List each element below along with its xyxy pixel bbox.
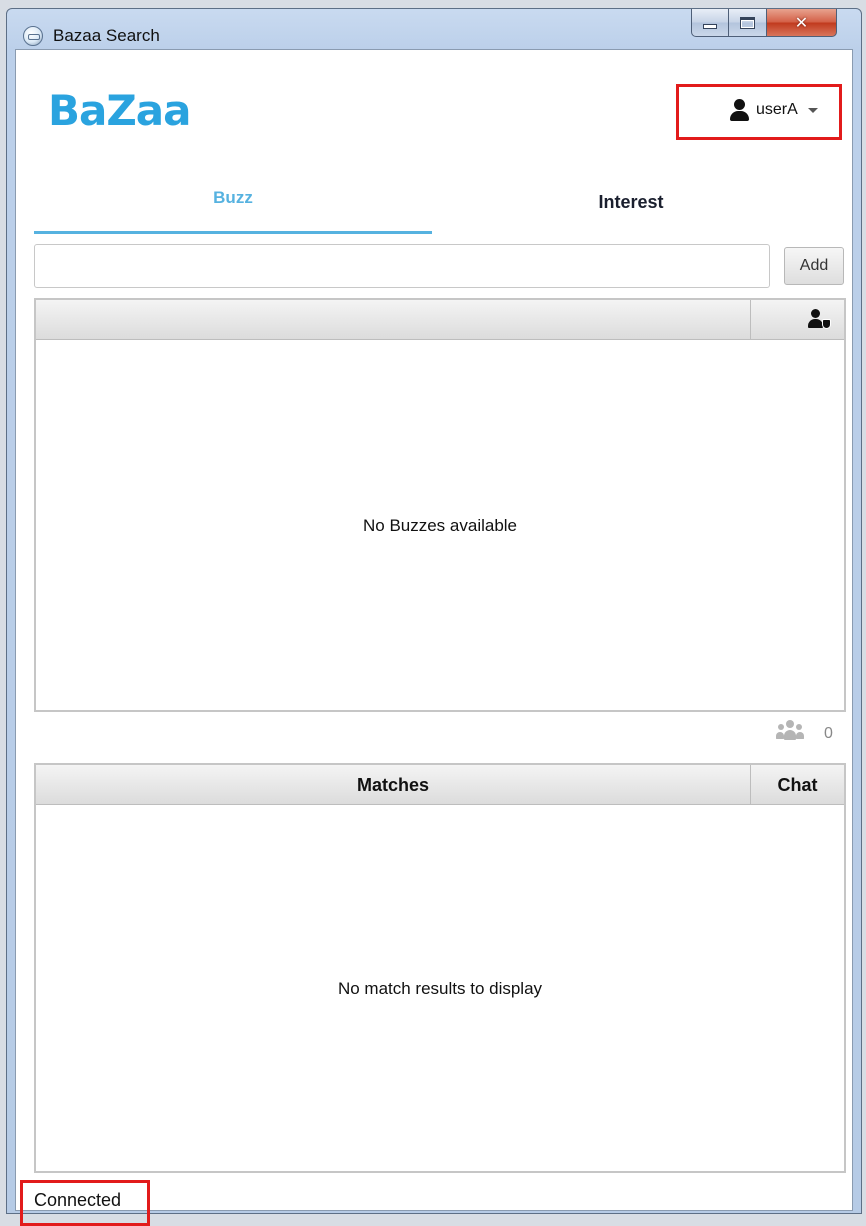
maximize-icon <box>740 16 755 29</box>
column-header-chat[interactable]: Chat <box>751 765 844 805</box>
app-globe-icon <box>23 26 43 46</box>
buzz-input[interactable] <box>34 244 770 288</box>
app-logo: BaZaa <box>48 86 191 135</box>
tab-buzz[interactable]: Buzz <box>34 188 432 234</box>
minimize-button[interactable] <box>691 9 729 37</box>
matches-table: Matches Chat No match results to display <box>34 763 846 1173</box>
group-icon <box>776 720 804 742</box>
buzz-table-header <box>36 300 844 340</box>
highlight-box-status <box>20 1180 150 1226</box>
column-header-matches[interactable]: Matches <box>36 765 750 805</box>
maximize-button[interactable] <box>729 9 767 37</box>
minimize-icon <box>703 24 717 29</box>
group-member-count: 0 <box>770 720 850 746</box>
close-icon: ✕ <box>794 13 809 32</box>
tab-interest[interactable]: Interest <box>432 192 830 234</box>
buzz-empty-message: No Buzzes available <box>362 516 518 535</box>
matches-empty-message: No match results to display <box>337 979 543 998</box>
close-button[interactable]: ✕ <box>767 9 837 37</box>
column-divider <box>750 300 751 340</box>
buzz-table: No Buzzes available <box>34 298 846 712</box>
add-button[interactable]: Add <box>784 247 844 285</box>
matches-table-header: Matches Chat <box>36 765 844 805</box>
user-shield-icon[interactable] <box>808 309 832 331</box>
highlight-box-user-menu <box>676 84 842 140</box>
app-window: Bazaa Search ✕ BaZaa userA Buzz Interest… <box>6 8 862 1226</box>
member-count-value: 0 <box>824 725 833 742</box>
client-area: BaZaa userA Buzz Interest Add No Buzzes … <box>15 49 853 1226</box>
window-title: Bazaa Search <box>53 26 160 45</box>
